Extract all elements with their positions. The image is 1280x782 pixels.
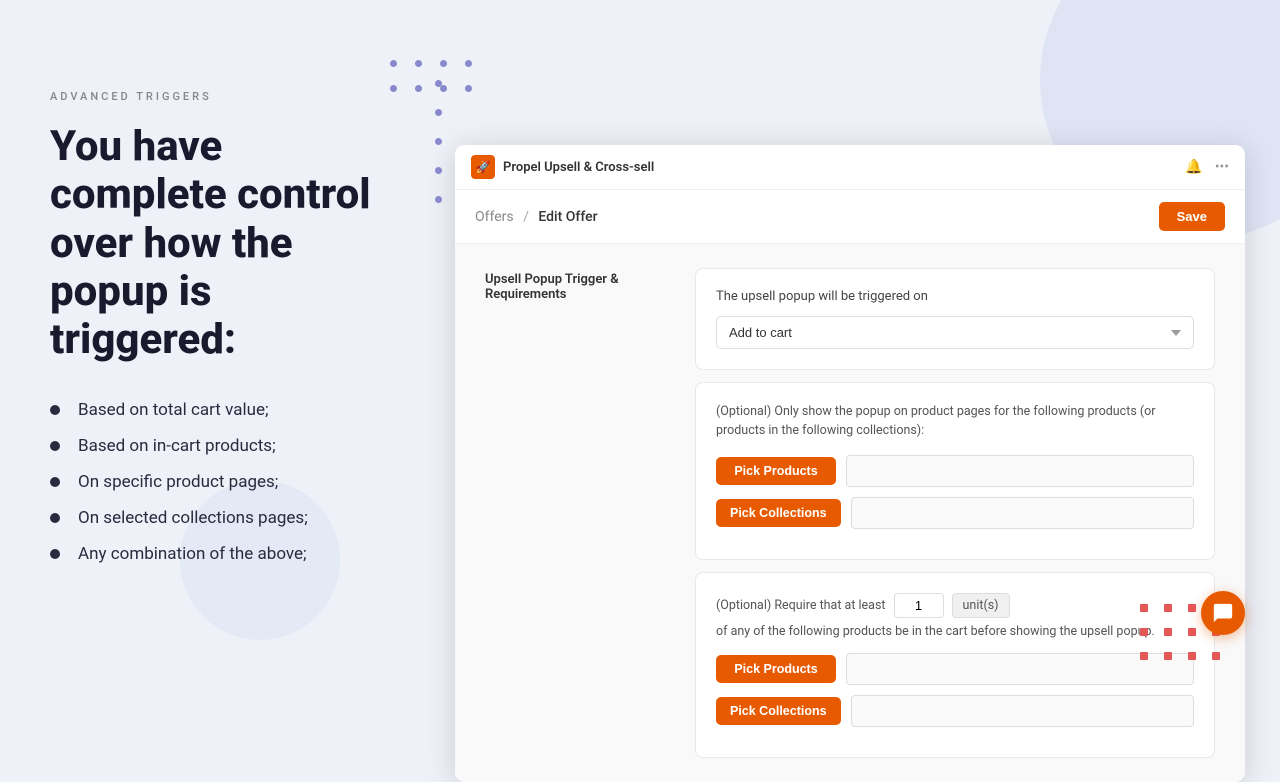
trigger-select[interactable]: Add to cart Page load Exit intent	[716, 316, 1194, 349]
bullet-dot	[50, 513, 60, 523]
pick-products-button-2[interactable]: Pick Products	[716, 655, 836, 683]
title-bar-left: 🚀 Propel Upsell & Cross-sell	[471, 155, 654, 179]
breadcrumb-bar: Offers / Edit Offer Save	[455, 190, 1245, 244]
dot-grid-top	[390, 60, 472, 92]
list-item: Any combination of the above;	[50, 544, 380, 564]
list-item: Based on in-cart products;	[50, 436, 380, 456]
pick-products-button-1[interactable]: Pick Products	[716, 457, 836, 485]
left-panel: ADVANCED TRIGGERS You have complete cont…	[0, 0, 430, 720]
optional-group-2: (Optional) Require that at least unit(s)…	[695, 572, 1215, 758]
pick-collections-row-1: Pick Collections	[716, 497, 1194, 529]
pick-products-input-1[interactable]	[846, 455, 1194, 487]
content-area: Upsell Popup Trigger & Requirements The …	[455, 244, 1245, 782]
bullet-dot	[50, 441, 60, 451]
chat-icon	[1212, 602, 1234, 624]
pick-collections-input-2[interactable]	[851, 695, 1194, 727]
bullet-dot	[50, 477, 60, 487]
section-label: Upsell Popup Trigger & Requirements	[485, 268, 665, 758]
section-body: The upsell popup will be triggered on Ad…	[695, 268, 1215, 758]
title-bar-right: 🔔 •••	[1185, 159, 1229, 175]
unit-badge: unit(s)	[952, 593, 1010, 618]
main-heading: You have complete control over how the p…	[50, 123, 380, 364]
before-text: of any of the following products be in t…	[716, 624, 1194, 639]
bullet-list: Based on total cart value; Based on in-c…	[50, 400, 380, 564]
list-item: On selected collections pages;	[50, 508, 380, 528]
advanced-triggers-label: ADVANCED TRIGGERS	[50, 90, 380, 103]
chat-button[interactable]	[1201, 591, 1245, 635]
pick-collections-button-1[interactable]: Pick Collections	[716, 499, 841, 527]
at-least-row: (Optional) Require that at least unit(s)	[716, 593, 1194, 618]
breadcrumb: Offers / Edit Offer	[475, 209, 598, 225]
pick-collections-button-2[interactable]: Pick Collections	[716, 697, 841, 725]
pick-collections-row-2: Pick Collections	[716, 695, 1194, 727]
list-item: On specific product pages;	[50, 472, 380, 492]
app-window: 🚀 Propel Upsell & Cross-sell 🔔 ••• Offer…	[455, 145, 1245, 782]
optional-group-1: (Optional) Only show the popup on produc…	[695, 382, 1215, 560]
app-icon: 🚀	[471, 155, 495, 179]
optional-text-1: (Optional) Only show the popup on produc…	[716, 403, 1194, 441]
dot-col-left	[435, 80, 442, 203]
pick-products-row-1: Pick Products	[716, 455, 1194, 487]
at-least-prefix: (Optional) Require that at least	[716, 598, 886, 613]
bell-icon[interactable]: 🔔	[1185, 159, 1202, 175]
save-button[interactable]: Save	[1159, 202, 1225, 231]
more-icon[interactable]: •••	[1215, 159, 1229, 175]
breadcrumb-parent[interactable]: Offers	[475, 209, 514, 225]
pick-collections-input-1[interactable]	[851, 497, 1194, 529]
trigger-text: The upsell popup will be triggered on	[716, 289, 1194, 304]
list-item: Based on total cart value;	[50, 400, 380, 420]
bullet-dot	[50, 405, 60, 415]
app-title: Propel Upsell & Cross-sell	[503, 160, 654, 175]
breadcrumb-current: Edit Offer	[538, 209, 597, 225]
title-bar: 🚀 Propel Upsell & Cross-sell 🔔 •••	[455, 145, 1245, 190]
pick-products-row-2: Pick Products	[716, 653, 1194, 685]
at-least-input[interactable]	[894, 593, 944, 618]
breadcrumb-separator: /	[523, 209, 529, 225]
trigger-group: The upsell popup will be triggered on Ad…	[695, 268, 1215, 370]
bullet-dot	[50, 549, 60, 559]
